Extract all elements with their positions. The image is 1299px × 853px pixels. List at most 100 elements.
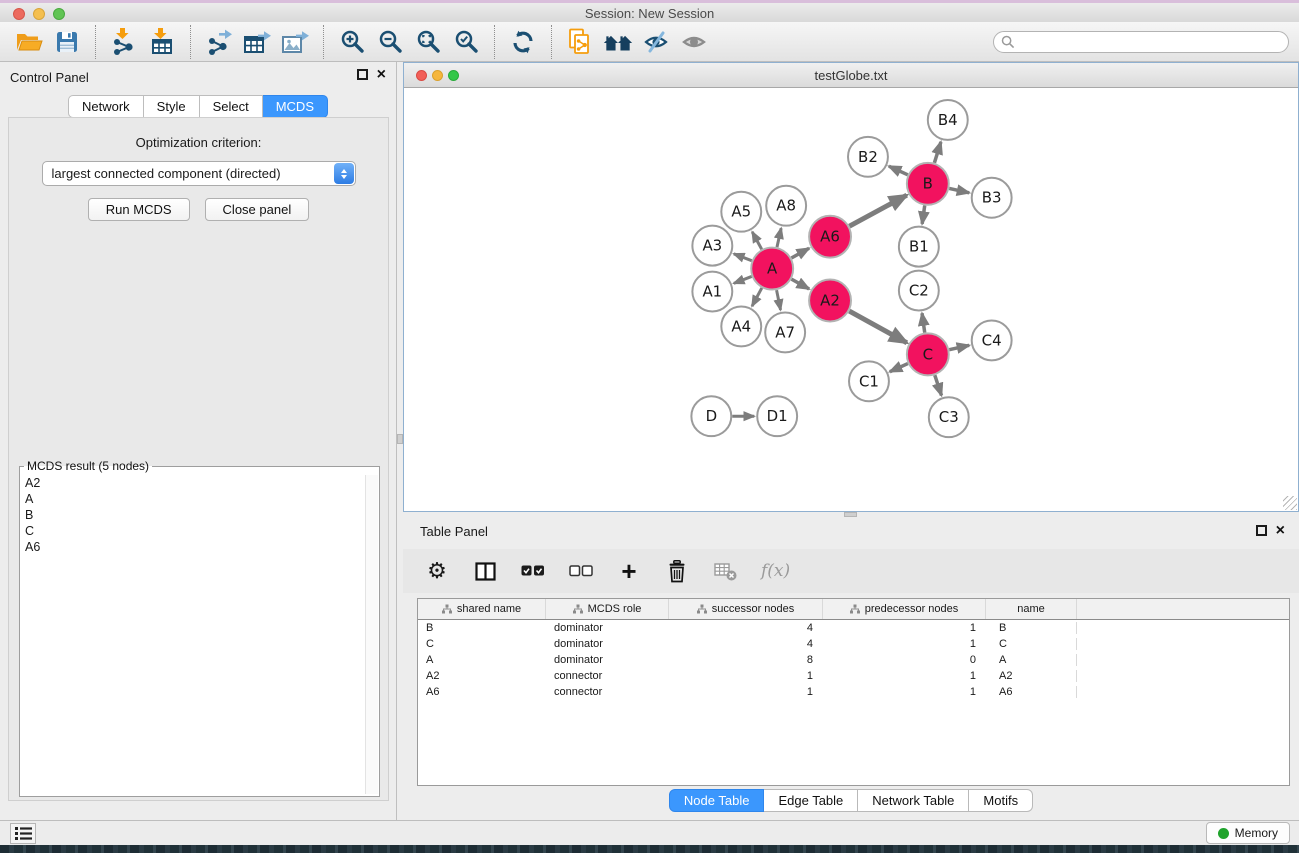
graph-edge-C-C4[interactable] bbox=[949, 345, 969, 349]
create-column-button[interactable]: + bbox=[617, 557, 641, 585]
network-canvas[interactable]: AA1A2A3A4A5A6A7A8BB1B2B3B4CC1C2C3C4DD1 bbox=[404, 88, 1298, 511]
task-history-button[interactable] bbox=[10, 823, 36, 844]
tab-select[interactable]: Select bbox=[200, 95, 263, 118]
search-input[interactable] bbox=[1015, 33, 1288, 51]
graph-edge-A-A5[interactable] bbox=[752, 232, 761, 249]
graph-node-label-D1: D1 bbox=[767, 407, 788, 425]
list-item[interactable]: A6 bbox=[21, 539, 364, 555]
network-from-selection-icon bbox=[567, 28, 593, 56]
graph-edge-A-A4[interactable] bbox=[752, 288, 762, 306]
show-all-button[interactable] bbox=[678, 26, 710, 58]
graph-edge-A6-B[interactable] bbox=[849, 195, 906, 226]
graph-node-label-C3: C3 bbox=[939, 408, 959, 426]
graph-edge-A-A1[interactable] bbox=[734, 276, 752, 283]
import-table-icon bbox=[149, 28, 175, 55]
import-network-button[interactable] bbox=[108, 26, 140, 58]
graph-node-label-B2: B2 bbox=[858, 148, 878, 166]
memory-label: Memory bbox=[1235, 826, 1278, 840]
network-window-titlebar[interactable]: testGlobe.txt bbox=[404, 63, 1298, 88]
zoom-selected-icon bbox=[454, 29, 479, 54]
toolbar-separator bbox=[190, 25, 191, 59]
memory-status-icon bbox=[1218, 828, 1229, 839]
close-panel-icon[interactable]: × bbox=[1276, 525, 1285, 536]
graph-edge-A-A7[interactable] bbox=[777, 290, 781, 310]
graph-edge-B-B4[interactable] bbox=[934, 142, 940, 163]
graph-edge-C-C3[interactable] bbox=[935, 375, 942, 395]
tab-edge-table[interactable]: Edge Table bbox=[764, 789, 858, 812]
graph-edge-B-B1[interactable] bbox=[922, 206, 925, 224]
float-panel-icon[interactable] bbox=[1256, 525, 1267, 536]
column-header-mcds-role[interactable]: MCDS role bbox=[546, 599, 669, 619]
list-item[interactable]: B bbox=[21, 507, 364, 523]
zoom-fit-button[interactable] bbox=[412, 26, 444, 58]
houses-icon bbox=[602, 30, 634, 54]
result-scrollbar[interactable] bbox=[365, 475, 378, 794]
graph-edge-A-A6[interactable] bbox=[791, 248, 809, 258]
run-mcds-button[interactable]: Run MCDS bbox=[88, 198, 190, 221]
deselect-all-checkboxes-button[interactable] bbox=[569, 557, 593, 585]
cell-mcds-role: dominator bbox=[546, 638, 669, 650]
zoom-in-button[interactable] bbox=[336, 26, 368, 58]
export-table-button[interactable] bbox=[241, 26, 273, 58]
zoom-selected-button[interactable] bbox=[450, 26, 482, 58]
graph-edge-A2-C[interactable] bbox=[849, 311, 907, 343]
list-item[interactable]: C bbox=[21, 523, 364, 539]
refresh-view-button[interactable] bbox=[507, 26, 539, 58]
graph-node-label-B4: B4 bbox=[938, 111, 958, 129]
list-item[interactable]: A2 bbox=[21, 475, 364, 491]
zoom-out-button[interactable] bbox=[374, 26, 406, 58]
function-builder-button[interactable]: f(x) bbox=[761, 557, 790, 585]
cell-successor-nodes: 4 bbox=[669, 638, 823, 650]
table-row[interactable]: A2 connector 1 1 A2 bbox=[418, 668, 1289, 684]
tab-style[interactable]: Style bbox=[144, 95, 200, 118]
graph-edge-A-A3[interactable] bbox=[734, 254, 752, 261]
tab-network[interactable]: Network bbox=[68, 95, 144, 118]
save-session-button[interactable] bbox=[51, 26, 83, 58]
graph-edge-C-C1[interactable] bbox=[890, 364, 908, 372]
select-all-checkboxes-button[interactable] bbox=[521, 557, 545, 585]
graph-edge-B-B3[interactable] bbox=[949, 188, 969, 192]
memory-button[interactable]: Memory bbox=[1206, 822, 1290, 844]
table-row[interactable]: C dominator 4 1 C bbox=[418, 636, 1289, 652]
float-panel-icon[interactable] bbox=[357, 69, 368, 80]
cell-predecessor-nodes: 1 bbox=[823, 638, 986, 650]
graph-edge-C-C2[interactable] bbox=[922, 313, 925, 332]
open-session-button[interactable] bbox=[13, 26, 45, 58]
graph-node-label-A2: A2 bbox=[820, 291, 840, 309]
first-neighbors-button[interactable] bbox=[602, 26, 634, 58]
table-row[interactable]: A dominator 8 0 A bbox=[418, 652, 1289, 668]
list-item[interactable]: A bbox=[21, 491, 364, 507]
tab-motifs[interactable]: Motifs bbox=[969, 789, 1033, 812]
column-header-predecessor-nodes[interactable]: predecessor nodes bbox=[823, 599, 986, 619]
show-columns-button[interactable] bbox=[473, 557, 497, 585]
export-image-button[interactable] bbox=[279, 26, 311, 58]
mcds-result-list[interactable]: A2 A B C A6 bbox=[21, 475, 364, 794]
column-header-successor-nodes[interactable]: successor nodes bbox=[669, 599, 823, 619]
tab-node-table[interactable]: Node Table bbox=[669, 789, 765, 812]
tab-mcds[interactable]: MCDS bbox=[263, 95, 328, 118]
table-row[interactable]: A6 connector 1 1 A6 bbox=[418, 684, 1289, 700]
hide-selected-button[interactable] bbox=[640, 26, 672, 58]
tab-network-table[interactable]: Network Table bbox=[858, 789, 969, 812]
resize-grip[interactable] bbox=[1283, 496, 1297, 510]
graph-edge-A-A8[interactable] bbox=[777, 228, 781, 247]
table-row[interactable]: B dominator 4 1 B bbox=[418, 620, 1289, 636]
mcds-result-title: MCDS result (5 nodes) bbox=[24, 459, 152, 473]
criterion-select[interactable]: largest connected component (directed) bbox=[42, 161, 356, 186]
export-network-button[interactable] bbox=[203, 26, 235, 58]
graph-edge-A-A2[interactable] bbox=[791, 279, 809, 289]
tree-icon bbox=[697, 604, 707, 614]
close-panel-button[interactable]: Close panel bbox=[205, 198, 310, 221]
close-panel-icon[interactable]: × bbox=[377, 69, 386, 80]
graph-edge-B-B2[interactable] bbox=[889, 166, 908, 175]
graph-node-label-A5: A5 bbox=[731, 203, 751, 221]
delete-table-button[interactable] bbox=[713, 557, 737, 585]
column-header-shared-name[interactable]: shared name bbox=[418, 599, 546, 619]
cell-name: A2 bbox=[986, 670, 1077, 682]
new-network-from-selection-button[interactable] bbox=[564, 26, 596, 58]
delete-column-button[interactable] bbox=[665, 557, 689, 585]
network-graph[interactable]: AA1A2A3A4A5A6A7A8BB1B2B3B4CC1C2C3C4DD1 bbox=[404, 88, 1298, 511]
import-table-button[interactable] bbox=[146, 26, 178, 58]
column-header-name[interactable]: name bbox=[986, 599, 1077, 619]
table-settings-button[interactable]: ⚙ bbox=[425, 557, 449, 585]
